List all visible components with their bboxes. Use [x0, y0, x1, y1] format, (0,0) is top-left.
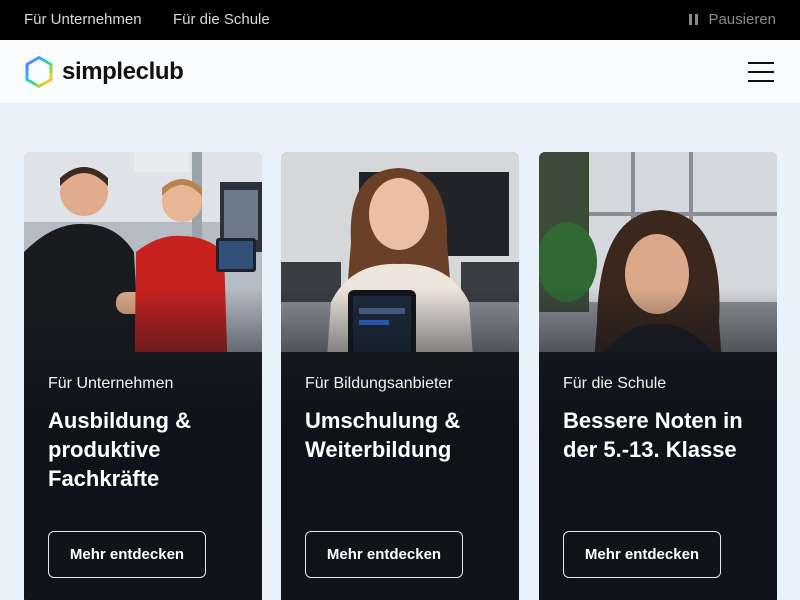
pause-label: Pausieren [708, 11, 776, 28]
card-schule[interactable]: Für die Schule Bessere Noten in der 5.-1… [539, 152, 777, 600]
mehr-entdecken-button[interactable]: Mehr entdecken [48, 531, 206, 578]
logo-text: simpleclub [62, 58, 184, 85]
topbar-link-schule[interactable]: Für die Schule [173, 11, 270, 28]
card-eyebrow: Für Unternehmen [48, 375, 174, 392]
hamburger-menu-icon[interactable] [748, 62, 776, 82]
hexagon-logo-icon [25, 56, 53, 88]
topbar-link-unternehmen[interactable]: Für Unternehmen [24, 11, 142, 28]
logo[interactable]: simpleclub [24, 55, 184, 89]
card-eyebrow: Für Bildungsanbieter [305, 375, 453, 392]
mehr-entdecken-button[interactable]: Mehr entdecken [563, 531, 721, 578]
pause-icon [689, 14, 699, 25]
card-eyebrow: Für die Schule [563, 375, 667, 392]
card-text: Für Bildungsanbieter Umschulung & Weiter… [305, 375, 501, 464]
card-text: Für Unternehmen Ausbildung & produktive … [48, 375, 244, 493]
site-header: simpleclub [0, 40, 800, 104]
card-bildungsanbieter[interactable]: Für Bildungsanbieter Umschulung & Weiter… [281, 152, 519, 600]
card-headline: Bessere Noten in der 5.-13. Klasse [563, 408, 743, 462]
card-text: Für die Schule Bessere Noten in der 5.-1… [563, 375, 759, 464]
card-unternehmen[interactable]: Für Unternehmen Ausbildung & produktive … [24, 152, 262, 600]
top-bar: Für Unternehmen Für die Schule Pausieren [0, 0, 800, 40]
card-headline: Umschulung & Weiterbildung [305, 408, 461, 462]
mehr-entdecken-button[interactable]: Mehr entdecken [305, 531, 463, 578]
card-headline: Ausbildung & produktive Fachkräfte [48, 408, 191, 491]
pause-button[interactable]: Pausieren [689, 11, 776, 28]
